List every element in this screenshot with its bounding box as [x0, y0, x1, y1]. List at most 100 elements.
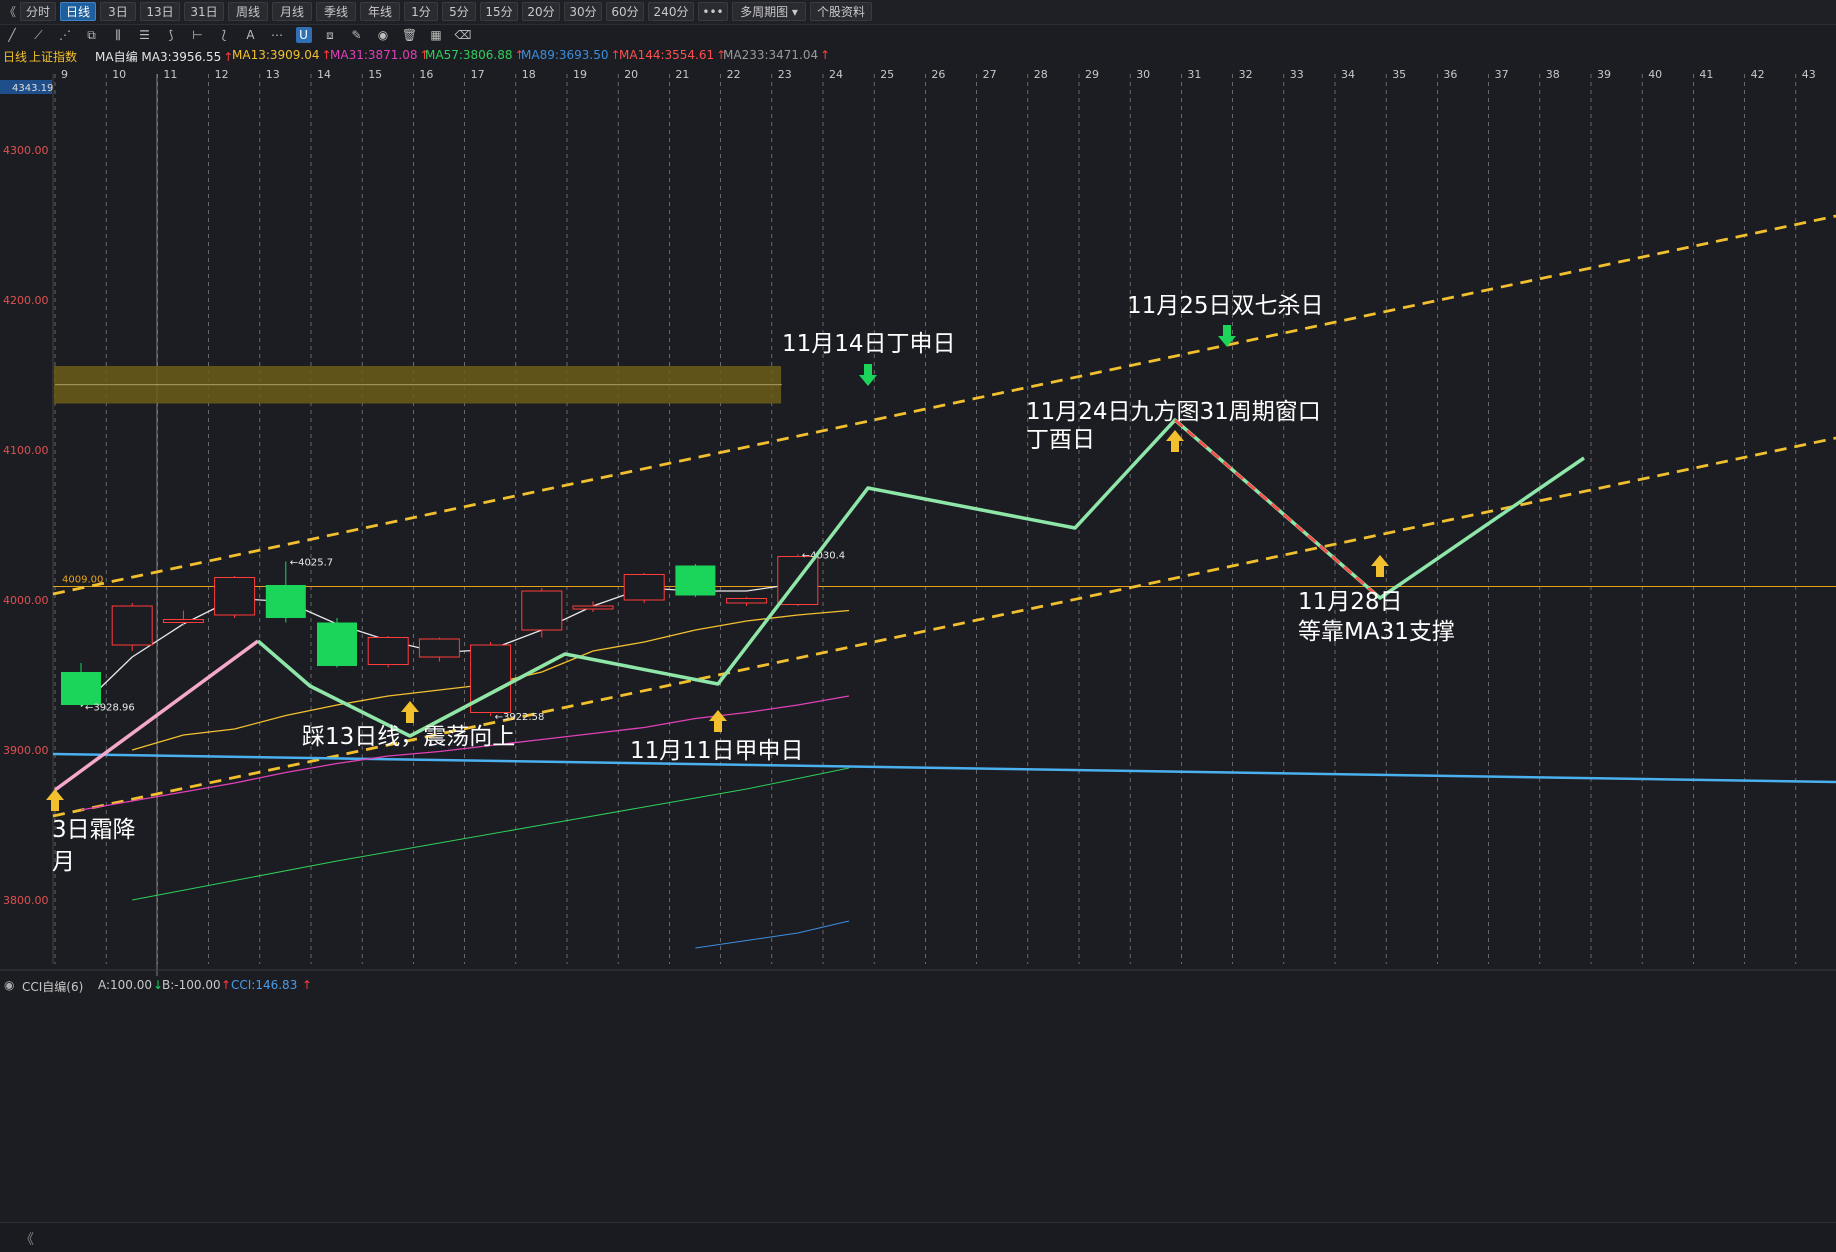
x-tick-label: 11: [163, 68, 177, 81]
x-tick-label: 38: [1546, 68, 1560, 81]
x-tick-label: 29: [1085, 68, 1099, 81]
x-tick-label: 23: [778, 68, 792, 81]
arrow-shape: [709, 710, 727, 732]
period-button-10[interactable]: 5分: [442, 2, 476, 21]
period-button-14[interactable]: 60分: [606, 2, 644, 21]
x-tick-label: 33: [1290, 68, 1304, 81]
candle: [317, 618, 357, 668]
period-button-16[interactable]: •••: [698, 2, 728, 21]
period-button-7[interactable]: 季线: [316, 2, 356, 21]
ma-legend-item: MA144:3554.61 ↑: [619, 48, 727, 62]
period-button-0[interactable]: 分时: [20, 2, 56, 21]
annotation-1128-line1: 11月28日: [1298, 589, 1403, 615]
x-tick-label: 42: [1751, 68, 1765, 81]
period-button-9[interactable]: 1分: [404, 2, 438, 21]
x-tick-label: 28: [1034, 68, 1048, 81]
measure-tool-icon[interactable]: ⊢: [190, 27, 206, 43]
x-tick-label: 41: [1699, 68, 1713, 81]
ray-tool-icon[interactable]: ⟋: [31, 27, 47, 43]
period-button-6[interactable]: 月线: [272, 2, 312, 21]
candle: [111, 603, 153, 651]
x-tick-label: 36: [1443, 68, 1457, 81]
y-tick-label: 4000.00: [3, 594, 49, 607]
period-button-11[interactable]: 15分: [480, 2, 518, 21]
candle: [367, 636, 409, 668]
up-arrow-icon: [1166, 430, 1184, 452]
x-tick-label: 15: [368, 68, 382, 81]
ma-legend-item: MA233:3471.04 ↑: [723, 48, 831, 62]
x-tick-label: 32: [1239, 68, 1253, 81]
index-name: 上证指数: [29, 50, 78, 64]
x-tick-label: 22: [727, 68, 741, 81]
arrow-shape: [1166, 430, 1184, 452]
candle: [572, 601, 614, 612]
period-button-15[interactable]: 240分: [648, 2, 694, 21]
period-button-4[interactable]: 31日: [184, 2, 224, 21]
wave-tool-icon[interactable]: ⟅: [216, 27, 232, 43]
main-chart[interactable]: 9 10 11 12 13 14 15 16 17 18 19 20 21 22 23 24 25 26 27 28 2…: [0, 64, 1836, 976]
period-button-5[interactable]: 周线: [228, 2, 268, 21]
layers-icon[interactable]: ▦: [428, 27, 444, 43]
period-button-18[interactable]: 个股资料: [810, 2, 872, 21]
period-toolbar: 《分时 日线 3日 13日 31日 周线 月线 季线 年线 1分 5分 15分 20分 30分 60分 240…: [0, 0, 1836, 25]
period-button-3[interactable]: 13日: [140, 2, 180, 21]
trash-icon[interactable]: 🗑: [402, 27, 418, 43]
x-tick-label: 12: [215, 68, 229, 81]
x-tick-label: 24: [829, 68, 843, 81]
cci-legend: ◉ CCI自编(6) A:100.00 ↓ B:-100.00 ↑ CCI:146.83 ↑: [0, 976, 1836, 994]
cci-b-arrow-icon: ↑: [221, 978, 232, 992]
channel-tool-icon[interactable]: ⧉: [84, 27, 100, 43]
x-tick-label: 10: [112, 68, 126, 81]
cci-param-a: A:100.00: [98, 978, 153, 992]
segment-tool-icon[interactable]: ⋰: [57, 27, 73, 43]
candle-body: [521, 590, 563, 631]
up-arrow-icon: [46, 789, 64, 811]
extreme-label: ←4025.7: [290, 557, 333, 568]
period-button-2[interactable]: 3日: [100, 2, 136, 21]
x-tick-label: 27: [983, 68, 997, 81]
cci-collapse-icon[interactable]: ◉: [4, 978, 14, 992]
candle: [675, 564, 716, 597]
up-arrow-icon: [401, 701, 419, 723]
ma-legend-item: MA57:3806.88 ↑: [425, 48, 525, 62]
candle-body: [726, 598, 768, 604]
candle-body: [623, 574, 665, 601]
period-button-13[interactable]: 30分: [564, 2, 602, 21]
ma-legend: 日线 上证指数 MA自编 MA3:3956.55 ↑ MA13:3909.04 ↑ MA…: [0, 46, 1836, 64]
brush-tool-icon[interactable]: ⟆: [163, 27, 179, 43]
cci-up-arrow-icon: ↑: [302, 978, 313, 992]
cci-title: CCI自编(6): [22, 980, 84, 994]
period-button-12[interactable]: 20分: [522, 2, 560, 21]
magnet-icon[interactable]: U: [295, 27, 312, 43]
eraser-icon[interactable]: ⌫: [455, 27, 472, 43]
collapse-icon[interactable]: 《: [4, 3, 16, 20]
ma-legend-item: MA89:3693.50 ↑: [521, 48, 621, 62]
pen-icon[interactable]: ✎: [349, 27, 365, 43]
more-tools-icon[interactable]: ⋯: [269, 27, 285, 43]
annotation-left-line2: 月: [52, 849, 75, 875]
period-button-17[interactable]: 多周期图 ▾: [732, 2, 806, 21]
pink-trend-line: [53, 639, 260, 792]
x-tick-label: 9: [61, 68, 68, 81]
red-dashed-segment: [1174, 419, 1381, 599]
annotation-1114: 11月14日丁申日: [782, 331, 956, 357]
x-tick-label: 20: [624, 68, 638, 81]
candle: [521, 588, 563, 638]
scroll-bar[interactable]: 《: [0, 1222, 1836, 1252]
period-button-8[interactable]: 年线: [360, 2, 400, 21]
text-tool-icon[interactable]: A: [243, 27, 259, 43]
drawing-toolbar: ╱ ⟋ ⋰ ⧉ ⫼ ☰ ⟆ ⊢ ⟅ A ⋯ U ⧈ ✎ ◉ 🗑 ▦ ⌫: [0, 25, 1836, 45]
copy-icon[interactable]: ⧈: [322, 27, 338, 43]
scroll-left-icon[interactable]: 《: [20, 1229, 34, 1249]
fork-tool-icon[interactable]: ⫼: [110, 27, 126, 43]
period-button-1[interactable]: 日线: [60, 2, 96, 21]
x-tick-label: 39: [1597, 68, 1611, 81]
fib-tool-icon[interactable]: ☰: [137, 27, 153, 43]
x-tick-label: 19: [573, 68, 587, 81]
candles: [61, 554, 819, 717]
x-tick-label: 43: [1802, 68, 1816, 81]
eye-icon[interactable]: ◉: [375, 27, 391, 43]
line-tool-icon[interactable]: ╱: [4, 27, 20, 43]
x-tick-label: 14: [317, 68, 331, 81]
down-arrow-icon: [859, 364, 877, 386]
